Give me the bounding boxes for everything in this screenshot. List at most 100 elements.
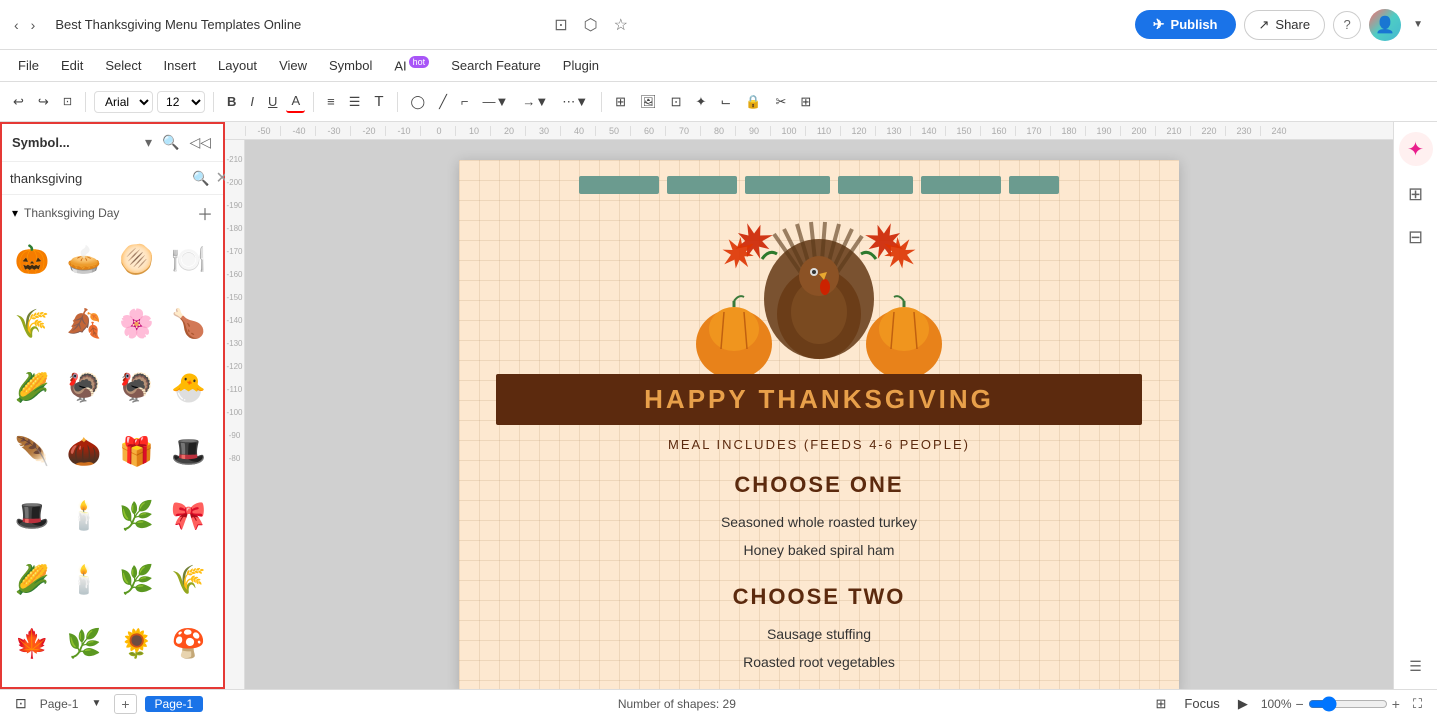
symbol-turkey-sitting[interactable]: 🦃 [62,365,106,409]
grid-button[interactable]: ⊞ [795,91,816,113]
line-style-button[interactable]: —▼ [478,91,514,112]
lock-button[interactable]: 🔒 [740,91,766,113]
symbol-sunflower[interactable]: 🌻 [115,621,159,665]
bottombar: ⊡ Page-1 ▼ + Page-1 Number of shapes: 29… [0,689,1437,717]
symbol-mushroom[interactable]: 🍄 [167,621,211,665]
symbol-bundle[interactable]: 🌾 [167,557,211,601]
align-left-button[interactable]: ≡ [322,91,340,112]
panel-collapse-button[interactable]: ◁◁ [187,132,213,153]
font-family-select[interactable]: Arial [94,91,153,113]
font-color-button[interactable]: A [286,90,305,113]
menu-item-1: Seasoned whole roasted turkey [721,508,917,536]
symbol-grass[interactable]: 🌿 [115,557,159,601]
symbol-headdress[interactable]: 🪶 [10,429,54,473]
symbol-candle2[interactable]: 🕯️ [62,557,106,601]
symbol-wheat[interactable]: 🌾 [10,301,54,345]
play-button[interactable]: ▶ [1233,693,1253,715]
menu-ai[interactable]: AIhot [384,53,439,77]
arrow-style-button[interactable]: →▼ [517,91,553,112]
align-center-button[interactable]: ☰ [344,91,366,113]
connector-tool-button[interactable]: ⌐ [456,91,474,112]
image-button[interactable]: 🖼 [635,91,662,113]
back-button[interactable]: ‹ [10,13,23,37]
add-page-button[interactable]: + [114,694,136,714]
symbol-bread[interactable]: 🫓 [115,237,159,281]
crop-button[interactable]: ⊡ [666,91,687,113]
menu-select[interactable]: Select [95,54,151,77]
focus-button[interactable]: Focus [1179,693,1224,714]
share-button[interactable]: ↗ Share [1244,10,1326,40]
forward-button[interactable]: › [27,13,40,37]
search-submit-button[interactable]: 🔍 [192,170,209,187]
symbol-turkey-standing[interactable]: 🦃 [115,365,159,409]
italic-button[interactable]: I [245,91,259,112]
symbol-pink-card[interactable]: 🎀 [167,493,211,537]
effects-button[interactable]: ✦ [690,91,711,113]
canvas-document[interactable]: HAPPY THANKSGIVING MEAL INCLUDES (FEEDS … [459,160,1179,689]
menu-edit[interactable]: Edit [51,54,93,77]
symbol-box[interactable]: 🎁 [115,429,159,473]
publish-button[interactable]: ✈ Publish [1135,10,1236,39]
magic-tool-button[interactable]: ✦ [1403,133,1428,166]
category-add-button[interactable]: ＋ [197,201,213,225]
menu-plugin[interactable]: Plugin [553,54,609,77]
redo-button[interactable]: ↪ [33,91,54,113]
zoom-slider[interactable] [1308,696,1388,712]
layout-button[interactable]: ⊟ [1404,223,1427,252]
tab-icon-button[interactable]: ⊡ [550,11,571,39]
symbol-pilgrim-hat[interactable]: 🎩 [10,493,54,537]
undo-button[interactable]: ↩ [8,91,29,113]
symbol-pie[interactable]: 🥧 [62,237,106,281]
page-icon-button[interactable]: ⊡ [10,692,32,715]
symbol-maple-leaf[interactable]: 🍁 [10,621,54,665]
symbol-turkey-leg[interactable]: 🍗 [167,301,211,345]
history-button[interactable]: ⊡ [58,92,77,111]
panel-dropdown-button[interactable]: ▾ [143,132,154,153]
symbol-plate[interactable]: 🍽️ [167,237,211,281]
bottom-right-icon[interactable]: ☰ [1405,654,1426,679]
zoom-in-button[interactable]: + [1392,696,1400,712]
canvas-container[interactable]: -210 -200 -190 -180 -170 -160 -150 -140 … [225,140,1393,689]
symbol-flowers[interactable]: 🌸 [115,301,159,345]
symbol-chick[interactable]: 🐣 [167,365,211,409]
menu-insert[interactable]: Insert [154,54,207,77]
active-page-tab[interactable]: Page-1 [145,696,204,712]
page-dropdown-button[interactable]: ▼ [86,695,106,712]
cut-button[interactable]: ✂ [770,91,791,113]
star-button[interactable]: ☆ [610,11,632,39]
symbol-corn2[interactable]: 🌽 [10,557,54,601]
category-header[interactable]: ▾ Thanksgiving Day ＋ [2,195,223,231]
underline-button[interactable]: U [263,91,282,112]
symbol-pumpkin[interactable]: 🎃 [10,237,54,281]
zoom-out-button[interactable]: − [1296,696,1304,712]
fullscreen-button[interactable]: ⛶ [1408,693,1427,715]
table-button[interactable]: ⊞ [610,91,631,113]
symbol-search-input[interactable] [10,171,186,186]
bold-button[interactable]: B [222,91,241,112]
menu-layout[interactable]: Layout [208,54,267,77]
menu-symbol[interactable]: Symbol [319,54,382,77]
menu-view[interactable]: View [269,54,317,77]
symbol-acorn[interactable]: 🌰 [62,429,106,473]
grid-view-button[interactable]: ⊞ [1404,180,1427,209]
line-tool-button[interactable]: ╱ [434,91,452,113]
font-size-select[interactable]: 12 [157,91,205,113]
user-avatar-button[interactable]: 👤 [1369,9,1401,41]
symbol-fence[interactable]: 🌿 [115,493,159,537]
profile-dropdown-button[interactable]: ▼ [1409,15,1427,34]
symbol-top-hat[interactable]: 🎩 [167,429,211,473]
menu-file[interactable]: File [8,54,49,77]
symbol-candles[interactable]: 🕯️ [62,493,106,537]
menu-search-feature[interactable]: Search Feature [441,54,551,77]
symbol-leaves[interactable]: 🍂 [62,301,106,345]
external-link-button[interactable]: ⬡ [580,11,602,39]
path-button[interactable]: ⌙ [715,91,736,113]
text-tool-button[interactable]: T [369,90,388,113]
extra-tool-1[interactable]: ⋯▼ [557,91,593,113]
layers-button[interactable]: ⊞ [1151,693,1172,715]
panel-search-button[interactable]: 🔍 [160,132,181,153]
symbol-twig[interactable]: 🌿 [62,621,106,665]
help-button[interactable]: ? [1333,11,1361,39]
symbol-corn[interactable]: 🌽 [10,365,54,409]
shape-tool-button[interactable]: ◯ [406,91,431,113]
